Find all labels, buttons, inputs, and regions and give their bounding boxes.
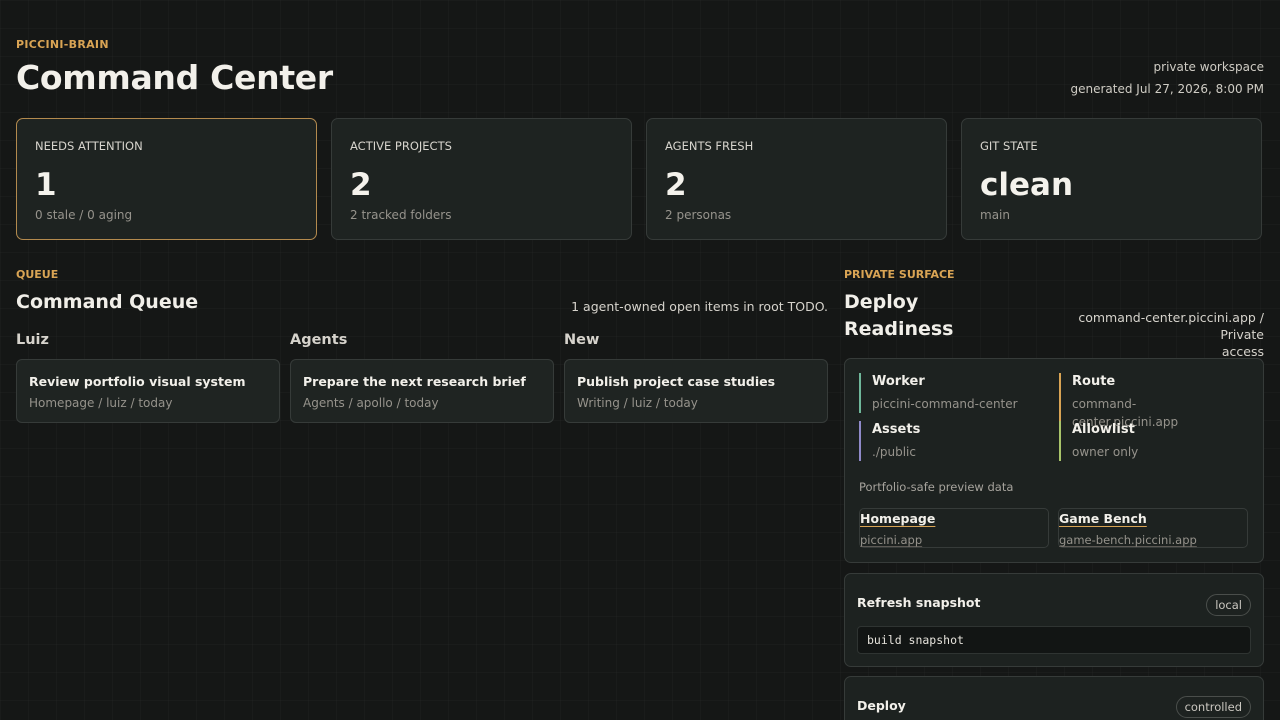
status-badge: controlled (1175, 696, 1251, 718)
queue-title: Command Queue (16, 291, 199, 313)
workspace-label: private workspace (1153, 60, 1264, 74)
queue-card-title: Review portfolio visual system (29, 374, 246, 389)
deploy-config-panel: Worker piccini-command-center Route comm… (844, 358, 1264, 563)
queue-card-title: Prepare the next research brief (303, 374, 526, 389)
deploy-domain-line: command-center.piccini.app / Private (1078, 310, 1264, 342)
queue-card-title: Publish project case studies (577, 374, 776, 389)
status-badge: local (1206, 594, 1251, 616)
generated-timestamp: generated Jul 27, 2026, 8:00 PM (1070, 82, 1264, 96)
deploy-panel: Deploy controlled (844, 676, 1264, 720)
kv-value: owner only (1072, 445, 1139, 459)
app-eyebrow: PICCINI-BRAIN (16, 38, 109, 51)
deploy-title-line: Readiness (844, 318, 954, 340)
page-title: Command Center (16, 58, 333, 97)
kv-value: piccini-command-center (872, 397, 1018, 411)
stat-sub: 2 tracked folders (350, 208, 452, 222)
stat-value: clean (980, 167, 1074, 203)
kv-key: Allowlist (1072, 422, 1135, 437)
task-title: Refresh snapshot (857, 595, 981, 610)
refresh-snapshot-panel: Refresh snapshot local build snapshot (844, 573, 1264, 667)
command-center-page: PICCINI-BRAIN Command Center private wor… (0, 0, 1280, 720)
stat-label: AGENTS FRESH (665, 139, 754, 153)
stat-card-git-state[interactable]: GIT STATE clean main (961, 118, 1262, 240)
stat-sub: 0 stale / 0 aging (35, 208, 133, 222)
link-title[interactable]: Game Bench (1059, 511, 1147, 526)
queue-card[interactable]: Prepare the next research brief Agents /… (290, 359, 554, 423)
deploy-title-line: Deploy (844, 291, 919, 313)
preview-link-homepage[interactable]: Homepage piccini.app (859, 508, 1049, 548)
header-meta: private workspace generated Jul 27, 2026… (1070, 56, 1264, 100)
stat-card-needs-attention[interactable]: NEEDS ATTENTION 1 0 stale / 0 aging (16, 118, 317, 240)
kv-key: Route (1072, 374, 1116, 389)
stat-value: 2 (665, 167, 687, 203)
stat-label: ACTIVE PROJECTS (350, 139, 452, 153)
stat-value: 1 (35, 167, 57, 203)
kv-key: Worker (872, 374, 925, 389)
stat-label: NEEDS ATTENTION (35, 139, 143, 153)
stat-card-agents-fresh[interactable]: AGENTS FRESH 2 2 personas (646, 118, 947, 240)
stat-sub: main (980, 208, 1010, 222)
kv-value: ./public (872, 445, 916, 459)
queue-card[interactable]: Publish project case studies Writing / l… (564, 359, 828, 423)
queue-eyebrow: QUEUE (16, 268, 59, 281)
kv-allowlist: Allowlist owner only (1059, 421, 1239, 461)
stat-label: GIT STATE (980, 139, 1038, 153)
task-title: Deploy (857, 698, 906, 713)
preview-link-game-bench[interactable]: Game Bench game-bench.piccini.app (1058, 508, 1248, 548)
queue-column-heading-new: New (564, 332, 600, 348)
queue-card[interactable]: Review portfolio visual system Homepage … (16, 359, 280, 423)
stat-sub: 2 personas (665, 208, 732, 222)
link-url[interactable]: game-bench.piccini.app (1059, 533, 1197, 547)
command-snippet[interactable]: build snapshot (857, 626, 1251, 654)
preview-label: Portfolio-safe preview data (859, 480, 1014, 494)
queue-column-heading-agents: Agents (290, 332, 348, 348)
stats-row: NEEDS ATTENTION 1 0 stale / 0 aging ACTI… (16, 118, 1264, 242)
kv-key: Assets (872, 422, 921, 437)
queue-meta: 1 agent-owned open items in root TODO. (571, 299, 828, 314)
queue-column-heading-luiz: Luiz (16, 332, 49, 348)
queue-card-meta: Agents / apollo / today (303, 396, 439, 410)
deploy-eyebrow: PRIVATE SURFACE (844, 268, 955, 281)
queue-card-meta: Homepage / luiz / today (29, 396, 173, 410)
kv-assets: Assets ./public (859, 421, 1039, 461)
kv-worker: Worker piccini-command-center (859, 373, 1039, 413)
queue-card-meta: Writing / luiz / today (577, 396, 698, 410)
link-url[interactable]: piccini.app (860, 533, 922, 547)
stat-value: 2 (350, 167, 372, 203)
deploy-title: Deploy Readiness (844, 289, 953, 343)
stat-card-active-projects[interactable]: ACTIVE PROJECTS 2 2 tracked folders (331, 118, 632, 240)
link-title[interactable]: Homepage (860, 511, 935, 526)
deploy-domain: command-center.piccini.app / Private acc… (1034, 309, 1264, 360)
